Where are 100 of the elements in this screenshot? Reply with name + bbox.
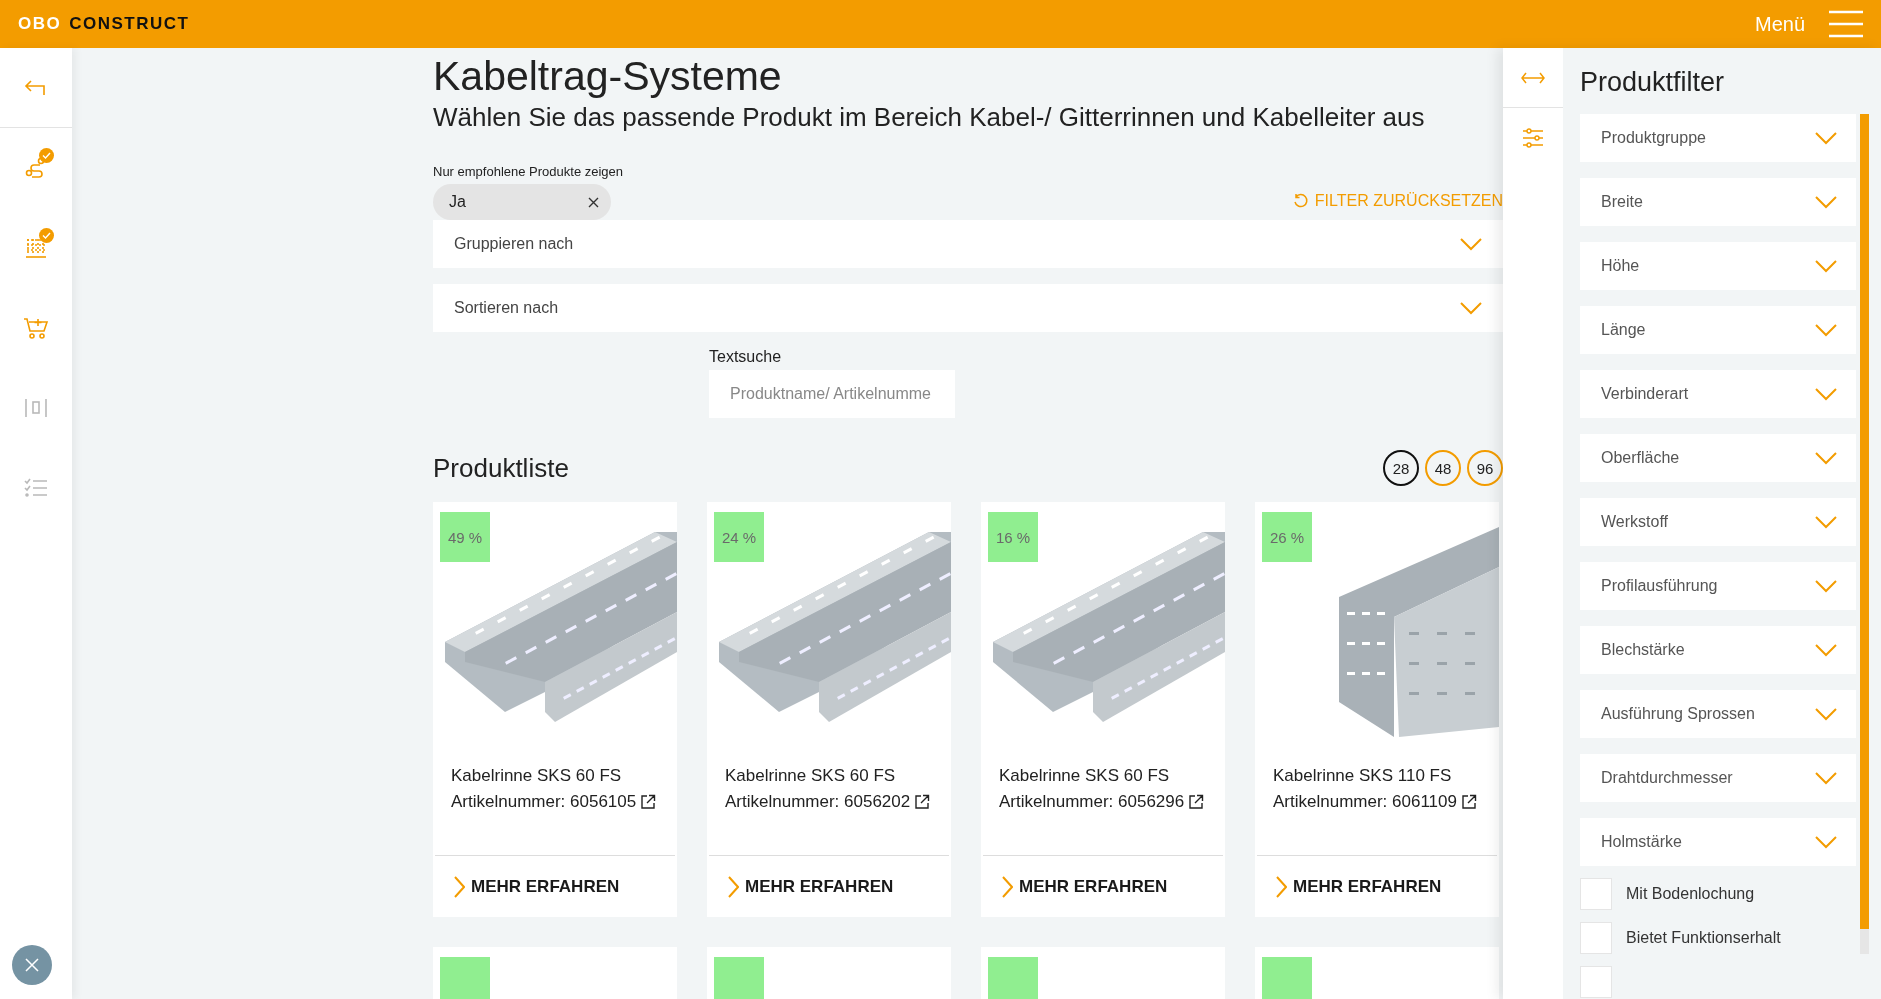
filter-label: Höhe — [1601, 257, 1640, 275]
discount-badge — [988, 957, 1038, 999]
filter-label: Nur empfohlene Produkte zeigen — [433, 164, 624, 179]
checkbox[interactable] — [1580, 966, 1612, 998]
cart-plus-icon — [23, 316, 49, 340]
discount-badge: 16 % — [988, 512, 1038, 562]
check-badge-icon — [39, 148, 54, 163]
filter-label: Breite — [1601, 193, 1643, 211]
product-name: Kabelrinne SKS 60 FS — [450, 766, 623, 786]
filter-dropdown[interactable]: Oberfläche — [1580, 434, 1856, 482]
filter-dropdown[interactable]: Verbinderart — [1580, 370, 1856, 418]
menu-icon[interactable] — [1829, 10, 1863, 38]
filter-label: Ausführung Sprossen — [1601, 705, 1755, 723]
learn-more-link[interactable]: MEHR ERFAHREN — [1257, 855, 1497, 917]
page-size-button[interactable]: 28 — [1383, 450, 1419, 486]
chevron-icon — [1814, 643, 1838, 657]
dropdown-label: Gruppieren nach — [454, 235, 574, 253]
checkbox[interactable] — [1580, 922, 1612, 954]
filter-label: Oberfläche — [1601, 449, 1680, 467]
horizontal-arrows-icon — [1521, 71, 1545, 84]
learn-more-link[interactable]: MEHR ERFAHREN — [709, 855, 949, 917]
chevron-right-icon — [727, 875, 739, 898]
close-button[interactable] — [12, 945, 52, 985]
page-size-button[interactable]: 48 — [1425, 450, 1461, 486]
chevron-icon — [1459, 301, 1483, 315]
close-icon[interactable] — [588, 196, 599, 208]
filter-dropdown[interactable]: Breite — [1580, 178, 1856, 226]
search-label: Textsuche — [709, 348, 783, 366]
discount-badge: 24 % — [714, 512, 764, 562]
chevron-icon — [1814, 323, 1838, 337]
chevron-right-icon — [453, 875, 465, 898]
filter-label: Produktgruppe — [1601, 129, 1706, 147]
external-link-icon[interactable] — [1188, 794, 1205, 810]
page-title: Kabeltrag-Systeme — [433, 52, 783, 100]
logo[interactable]: OBO CONSTRUCT — [18, 14, 190, 34]
dropdown[interactable]: Sortieren nach — [433, 284, 1503, 332]
chevron-icon — [1459, 237, 1483, 251]
filter-dropdown[interactable]: Werkstoff — [1580, 498, 1856, 546]
filter-dropdown[interactable]: Drahtdurchmesser — [1580, 754, 1856, 802]
checkbox-label: Mit Bodenlochung — [1626, 885, 1755, 903]
filter-dropdown[interactable]: Blechstärke — [1580, 626, 1856, 674]
filter-dropdown[interactable]: Ausführung Sprossen — [1580, 690, 1856, 738]
external-link-icon[interactable] — [640, 794, 657, 810]
filter-label: Profilausführung — [1601, 577, 1718, 595]
dropdown-label: Sortieren nach — [454, 299, 559, 317]
filter-label: Länge — [1601, 321, 1646, 339]
learn-more-link[interactable]: MEHR ERFAHREN — [983, 855, 1223, 917]
filter-label: Holmstärke — [1601, 833, 1682, 851]
grid-icon — [25, 237, 47, 259]
logo-text: OBO — [18, 14, 62, 34]
article-number: Artikelnummer: 6056105 — [451, 792, 637, 812]
chevron-icon — [1814, 259, 1838, 273]
filter-label: Blechstärke — [1601, 641, 1685, 659]
chevron-icon — [1814, 515, 1838, 529]
chevron-icon — [1814, 835, 1838, 849]
chevron-icon — [1814, 707, 1838, 721]
product-name: Kabelrinne SKS 60 FS — [998, 766, 1171, 786]
chevron-icon — [1814, 579, 1838, 593]
chevron-icon — [1814, 195, 1838, 209]
sliders-icon — [1522, 128, 1544, 148]
discount-badge — [1262, 957, 1312, 999]
product-name: Kabelrinne SKS 60 FS — [724, 766, 897, 786]
discount-badge — [440, 957, 490, 999]
filter-dropdown[interactable]: Holmstärke — [1580, 818, 1856, 866]
dropdown[interactable]: Gruppieren nach — [433, 220, 1503, 268]
chevron-right-icon — [1001, 875, 1013, 898]
check-badge-icon — [39, 228, 54, 243]
panel-title: Produktfilter — [1580, 66, 1726, 99]
filter-dropdown[interactable]: Profilausführung — [1580, 562, 1856, 610]
page-subtitle: Wählen Sie das passende Produkt im Bereich Kabel-/ Gitterrinnen und Kabelleiter aus — [433, 101, 1426, 134]
product-name: Kabelrinne SKS 110 FS — [1272, 766, 1453, 786]
article-number: Artikelnummer: 6056202 — [725, 792, 911, 812]
chevron-right-icon — [1275, 875, 1287, 898]
filter-dropdown[interactable]: Produktgruppe — [1580, 114, 1856, 162]
compare-icon — [24, 397, 48, 419]
discount-badge: 49 % — [440, 512, 490, 562]
filter-label: Verbinderart — [1601, 385, 1689, 403]
article-number: Artikelnummer: 6061109 — [1273, 792, 1457, 812]
filter-dropdown[interactable]: Höhe — [1580, 242, 1856, 290]
learn-more-link[interactable]: MEHR ERFAHREN — [435, 855, 675, 917]
reset-icon — [1292, 193, 1309, 209]
checkbox[interactable] — [1580, 878, 1612, 910]
external-link-icon[interactable] — [914, 794, 931, 810]
chevron-icon — [1814, 771, 1838, 785]
chevron-icon — [1814, 131, 1838, 145]
search-field[interactable]: Produktname/ Artikelnumme — [709, 370, 955, 418]
checklist-icon — [24, 478, 48, 498]
chevron-icon — [1814, 387, 1838, 401]
back-arrow-icon — [24, 77, 48, 98]
close-icon — [25, 958, 39, 972]
filter-label: Drahtdurchmesser — [1601, 769, 1733, 787]
article-number: Artikelnummer: 6056296 — [999, 792, 1185, 812]
discount-badge — [714, 957, 764, 999]
checkbox-label: Bietet Funktionserhalt — [1626, 929, 1781, 947]
filter-label: Werkstoff — [1601, 513, 1668, 531]
chip-text: Ja — [449, 193, 466, 211]
section-title: Produktliste — [433, 452, 569, 484]
filter-chip[interactable]: Ja — [433, 184, 611, 220]
filter-dropdown[interactable]: Länge — [1580, 306, 1856, 354]
external-link-icon[interactable] — [1460, 794, 1477, 810]
